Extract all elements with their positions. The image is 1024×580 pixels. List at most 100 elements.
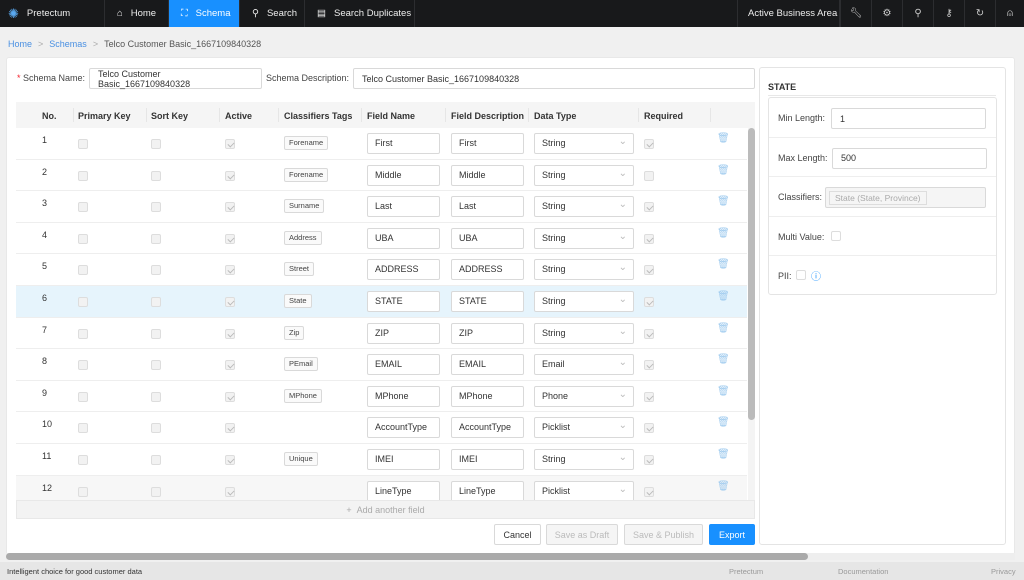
footer-link-documentation[interactable]: Documentation bbox=[838, 567, 888, 576]
data-type-select[interactable]: String bbox=[534, 132, 634, 154]
active-checkbox[interactable] bbox=[225, 486, 235, 497]
trash-icon[interactable]: 🗑︎ bbox=[717, 481, 730, 492]
data-type-select[interactable]: Phone bbox=[534, 385, 634, 407]
sort-key-checkbox[interactable] bbox=[151, 139, 161, 149]
trash-icon[interactable]: 🗑︎ bbox=[717, 417, 730, 428]
field-description-input[interactable]: ADDRESS bbox=[451, 259, 524, 281]
field-description-input[interactable]: STATE bbox=[451, 291, 524, 312]
field-description-input[interactable]: Middle bbox=[451, 164, 524, 186]
active-checkbox[interactable] bbox=[225, 202, 235, 213]
table-row[interactable]: 10 AccountType AccountType Picklist 🗑︎ bbox=[16, 412, 747, 444]
zoom-icon[interactable]: ⚲ bbox=[902, 0, 933, 27]
field-name-input[interactable]: UBA bbox=[367, 227, 440, 249]
active-checkbox[interactable] bbox=[225, 297, 235, 307]
table-row[interactable]: 7 Zip ZIP ZIP String 🗑︎ bbox=[16, 318, 747, 350]
field-description-input[interactable]: ZIP bbox=[451, 322, 524, 344]
field-name-input[interactable]: IMEI bbox=[367, 449, 440, 470]
field-name-input[interactable]: ADDRESS bbox=[367, 259, 440, 281]
wrench-icon[interactable]: 🔧︎ bbox=[840, 0, 871, 27]
active-checkbox[interactable] bbox=[225, 360, 235, 371]
required-checkbox[interactable] bbox=[644, 391, 654, 402]
table-row[interactable]: 5 Street ADDRESS ADDRESS String 🗑︎ bbox=[16, 254, 747, 286]
field-name-input[interactable]: STATE bbox=[367, 291, 440, 312]
required-checkbox[interactable] bbox=[644, 423, 654, 434]
sort-key-checkbox[interactable] bbox=[151, 391, 161, 402]
sort-key-checkbox[interactable] bbox=[151, 233, 161, 244]
cancel-button[interactable]: Cancel bbox=[494, 524, 541, 545]
trash-icon[interactable]: 🗑︎ bbox=[717, 133, 730, 144]
save-draft-button[interactable]: Save as Draft bbox=[546, 524, 618, 545]
active-checkbox[interactable] bbox=[225, 391, 235, 402]
required-checkbox[interactable] bbox=[644, 139, 654, 149]
primary-key-checkbox[interactable] bbox=[78, 423, 88, 434]
table-row[interactable]: 8 PEmail EMAIL EMAIL Email 🗑︎ bbox=[16, 349, 747, 381]
trash-icon[interactable]: 🗑︎ bbox=[717, 165, 730, 176]
required-checkbox[interactable] bbox=[644, 486, 654, 497]
nav-schema[interactable]: ⛶ Schema bbox=[169, 0, 240, 27]
info-icon[interactable]: ⓘ bbox=[811, 268, 821, 283]
logout-icon[interactable]: ↻ bbox=[964, 0, 995, 27]
trash-icon[interactable]: 🗑︎ bbox=[717, 228, 730, 239]
breadcrumb-home[interactable]: Home bbox=[8, 39, 32, 49]
field-description-input[interactable]: AccountType bbox=[451, 417, 524, 439]
sort-key-checkbox[interactable] bbox=[151, 328, 161, 339]
primary-key-checkbox[interactable] bbox=[78, 391, 88, 402]
export-button[interactable]: Export bbox=[709, 524, 755, 545]
active-checkbox[interactable] bbox=[225, 328, 235, 339]
schema-description-input[interactable]: Telco Customer Basic_1667109840328 bbox=[353, 68, 755, 89]
sort-key-checkbox[interactable] bbox=[151, 423, 161, 434]
field-description-input[interactable]: EMAIL bbox=[451, 354, 524, 376]
active-checkbox[interactable] bbox=[225, 455, 235, 465]
field-name-input[interactable]: Middle bbox=[367, 164, 440, 186]
data-type-select[interactable]: String bbox=[534, 164, 634, 186]
table-row[interactable]: 1 Forename First First String 🗑︎ bbox=[16, 128, 747, 160]
max-length-input[interactable]: 500 bbox=[832, 147, 987, 169]
save-publish-button[interactable]: Save & Publish bbox=[624, 524, 703, 545]
active-checkbox[interactable] bbox=[225, 265, 235, 276]
footer-link-pretectum[interactable]: Pretectum bbox=[729, 567, 763, 576]
multi-value-checkbox[interactable] bbox=[831, 230, 841, 241]
required-checkbox[interactable] bbox=[644, 265, 654, 276]
horizontal-scrollbar[interactable] bbox=[6, 553, 1015, 560]
data-type-select[interactable]: Picklist bbox=[534, 416, 634, 439]
required-checkbox[interactable] bbox=[644, 328, 654, 339]
table-row[interactable]: 4 Address UBA UBA String 🗑︎ bbox=[16, 223, 747, 255]
primary-key-checkbox[interactable] bbox=[78, 170, 88, 181]
data-type-select[interactable]: String bbox=[534, 290, 634, 312]
field-description-input[interactable]: IMEI bbox=[451, 449, 524, 470]
trash-icon[interactable]: 🗑︎ bbox=[717, 323, 730, 334]
primary-key-checkbox[interactable] bbox=[78, 202, 88, 213]
trash-icon[interactable]: 🗑︎ bbox=[717, 386, 730, 397]
min-length-input[interactable]: 1 bbox=[831, 108, 986, 129]
active-checkbox[interactable] bbox=[225, 170, 235, 181]
field-name-input[interactable]: Last bbox=[367, 196, 440, 218]
data-type-select[interactable]: String bbox=[534, 258, 634, 281]
field-description-input[interactable]: MPhone bbox=[451, 385, 524, 407]
sort-key-checkbox[interactable] bbox=[151, 455, 161, 465]
scrollbar-thumb[interactable] bbox=[6, 553, 808, 560]
required-checkbox[interactable] bbox=[644, 455, 654, 465]
field-name-input[interactable]: ZIP bbox=[367, 322, 440, 344]
primary-key-checkbox[interactable] bbox=[78, 360, 88, 371]
required-checkbox[interactable] bbox=[644, 360, 654, 371]
primary-key-checkbox[interactable] bbox=[78, 297, 88, 307]
primary-key-checkbox[interactable] bbox=[78, 233, 88, 244]
breadcrumb-schemas[interactable]: Schemas bbox=[49, 39, 87, 49]
field-description-input[interactable]: First bbox=[451, 133, 524, 154]
trash-icon[interactable]: 🗑︎ bbox=[717, 291, 730, 302]
classifiers-select[interactable]: State (State, Province) bbox=[825, 187, 986, 208]
field-name-input[interactable]: MPhone bbox=[367, 385, 440, 407]
table-row[interactable]: 3 Surname Last Last String 🗑︎ bbox=[16, 191, 747, 223]
sort-key-checkbox[interactable] bbox=[151, 202, 161, 213]
data-type-select[interactable]: String bbox=[534, 448, 634, 470]
sort-key-checkbox[interactable] bbox=[151, 170, 161, 181]
key-icon[interactable]: ⚷ bbox=[933, 0, 964, 27]
field-name-input[interactable]: AccountType bbox=[367, 417, 440, 439]
data-type-select[interactable]: String bbox=[534, 227, 634, 249]
primary-key-checkbox[interactable] bbox=[78, 455, 88, 465]
field-name-input[interactable]: LineType bbox=[367, 480, 440, 500]
nav-search[interactable]: ⚲ Search bbox=[240, 0, 305, 27]
user-icon[interactable]: ⍝ bbox=[995, 0, 1024, 27]
field-name-input[interactable]: First bbox=[367, 133, 440, 154]
primary-key-checkbox[interactable] bbox=[78, 328, 88, 339]
